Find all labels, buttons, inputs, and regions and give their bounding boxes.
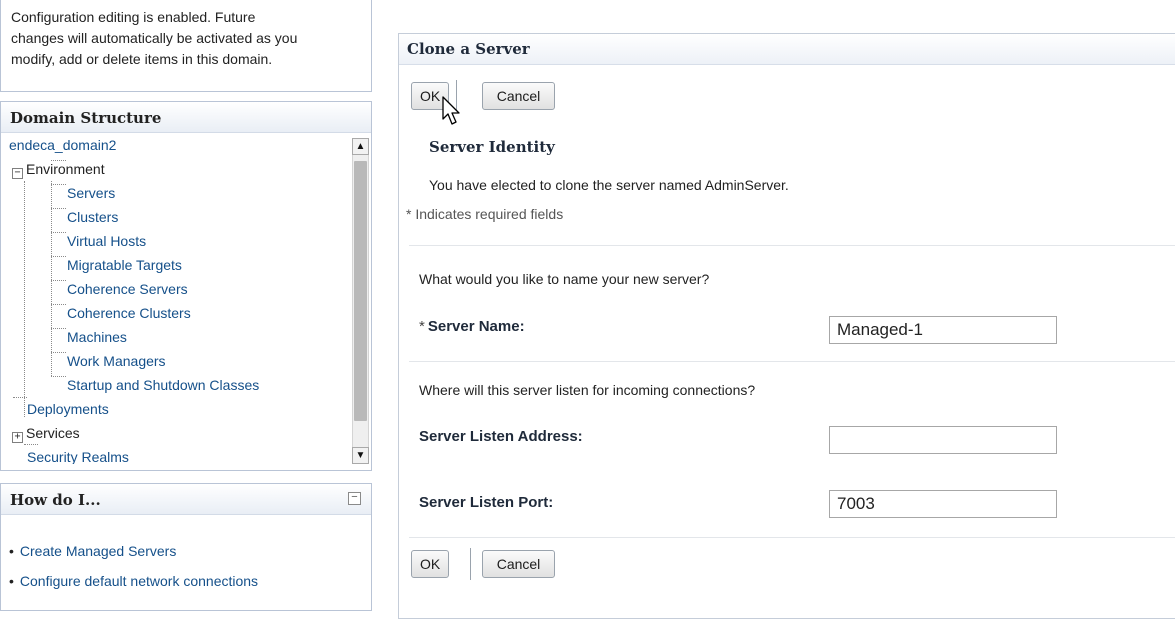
tree-connector [51, 304, 66, 305]
notice-text: Configuration editing is enabled. Future… [11, 7, 371, 70]
scroll-down-arrow-icon[interactable]: ▼ [352, 447, 369, 464]
tree-node-machines[interactable]: Machines [67, 329, 127, 345]
tree-node-security-realms[interactable]: Security Realms [27, 449, 129, 464]
how-do-i-link[interactable]: • Create Managed Servers [9, 543, 176, 559]
cancel-button-bottom[interactable]: Cancel [482, 550, 555, 578]
listen-question: Where will this server listen for incomi… [419, 382, 756, 398]
listen-port-input[interactable] [829, 490, 1057, 518]
listen-address-input[interactable] [829, 426, 1057, 454]
how-do-i-link-text[interactable]: Create Managed Servers [20, 543, 176, 559]
bullet-icon: • [9, 573, 14, 589]
tree-node-services[interactable]: Services [26, 425, 80, 441]
expand-toggle-icon[interactable]: + [12, 432, 23, 443]
tree-connector [51, 181, 52, 376]
cropped-text-fragment [420, 0, 1100, 8]
domain-tree: endeca_domain2 − Environment Servers Clu… [1, 139, 349, 464]
tree-node-startup-shutdown-classes[interactable]: Startup and Shutdown Classes [67, 377, 259, 393]
tree-connector [24, 181, 25, 417]
change-center-notice: Configuration editing is enabled. Future… [0, 0, 372, 92]
how-do-i-panel: How do I... − • Create Managed Servers • C… [0, 483, 372, 611]
tree-node-domain[interactable]: endeca_domain2 [9, 139, 116, 153]
divider [409, 245, 1175, 246]
mouse-pointer-icon [442, 96, 460, 125]
how-do-i-title: How do I... [10, 491, 101, 509]
tree-connector [24, 444, 38, 445]
bullet-icon: • [9, 543, 14, 559]
tree-node-virtual-hosts[interactable]: Virtual Hosts [67, 233, 146, 249]
tree-node-coherence-clusters[interactable]: Coherence Clusters [67, 305, 191, 321]
scrollbar-thumb[interactable] [354, 161, 367, 421]
tree-connector [51, 208, 66, 209]
tree-connector [51, 232, 66, 233]
how-do-i-header: How do I... − [1, 484, 371, 515]
tree-node-deployments[interactable]: Deployments [27, 401, 109, 417]
server-name-label: * Server Name: [419, 318, 525, 335]
tree-connector [51, 328, 66, 329]
domain-structure-title: Domain Structure [10, 109, 162, 127]
divider [409, 361, 1175, 362]
tree-connector [51, 376, 66, 377]
divider [409, 537, 1175, 538]
collapse-panel-icon[interactable]: − [348, 492, 361, 505]
tree-node-clusters[interactable]: Clusters [67, 209, 118, 225]
listen-address-label: Server Listen Address: [419, 428, 583, 445]
name-question: What would you like to name your new ser… [419, 271, 710, 287]
tree-node-migratable-targets[interactable]: Migratable Targets [67, 257, 182, 273]
tree-connector [51, 184, 66, 185]
tree-node-work-managers[interactable]: Work Managers [67, 353, 166, 369]
tree-node-coherence-servers[interactable]: Coherence Servers [67, 281, 188, 297]
collapse-toggle-icon[interactable]: − [12, 168, 23, 179]
domain-structure-header: Domain Structure [1, 102, 371, 133]
notice-line: changes will automatically be activated … [11, 30, 298, 46]
how-do-i-link-text[interactable]: Configure default network connections [20, 573, 258, 589]
tree-connector [51, 352, 66, 353]
domain-structure-panel: Domain Structure endeca_domain2 − Enviro… [0, 101, 372, 471]
notice-line: modify, add or delete items in this doma… [11, 51, 273, 67]
tree-connector [51, 256, 66, 257]
server-name-input[interactable] [829, 316, 1057, 344]
page-title: Clone a Server [407, 40, 530, 58]
listen-port-label: Server Listen Port: [419, 494, 554, 511]
server-name-label-text: Server Name: [427, 318, 525, 335]
elected-text: You have elected to clone the server nam… [429, 177, 789, 193]
ok-button-bottom[interactable]: OK [411, 550, 449, 578]
notice-line: Configuration editing is enabled. Future [11, 9, 256, 25]
required-note: * Indicates required fields [406, 206, 564, 222]
tree-scrollbar[interactable]: ▲ ▼ [352, 138, 369, 464]
scroll-up-arrow-icon[interactable]: ▲ [352, 138, 369, 155]
tree-connector [51, 280, 66, 281]
clone-server-header: Clone a Server [399, 34, 1175, 65]
how-do-i-link[interactable]: • Configure default network connections [9, 573, 258, 589]
tree-node-environment[interactable]: Environment [26, 161, 105, 177]
button-separator [470, 548, 471, 580]
clone-server-panel: Clone a Server OK Cancel Server Identity… [398, 33, 1175, 619]
section-title: Server Identity [429, 138, 555, 156]
tree-connector [13, 397, 27, 398]
cancel-button-top[interactable]: Cancel [482, 82, 555, 110]
tree-node-servers[interactable]: Servers [67, 185, 115, 201]
